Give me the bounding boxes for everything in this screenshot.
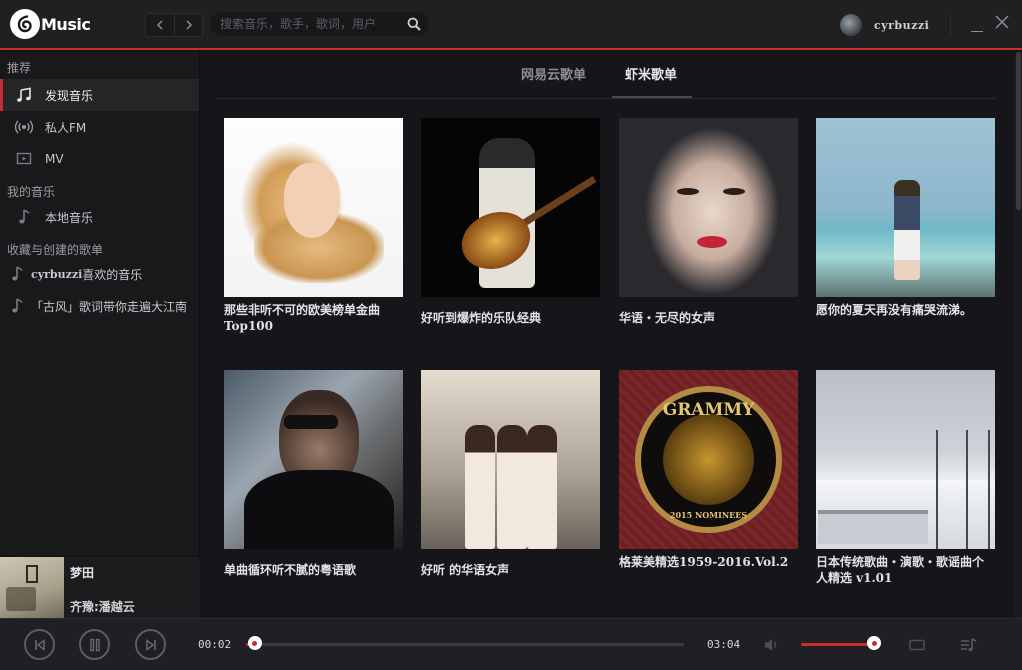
user-profile[interactable]: cyrbuzzi <box>840 14 929 36</box>
playlist-cover[interactable] <box>224 370 403 549</box>
total-time: 03:04 <box>707 638 741 651</box>
playlist-card[interactable]: 好听 的华语女声 <box>421 370 600 578</box>
netease-logo-icon <box>10 9 40 39</box>
search-bar <box>210 12 429 36</box>
history-nav <box>145 13 203 37</box>
sidebar-item-label: 「古风」歌词带你走遍大江南 <box>31 299 188 314</box>
grammy-cover-text: GRAMMY <box>662 400 755 420</box>
playlist-title[interactable]: 日本传统歌曲・演歌・歌谣曲个人精选 v1.01 <box>816 554 992 586</box>
forward-button[interactable] <box>174 14 202 36</box>
tab-netease-playlists[interactable]: 网易云歌单 <box>521 64 586 83</box>
playlist-title[interactable]: 格莱美精选1959-2016.Vol.2 <box>619 554 795 570</box>
sidebar-section-my-music: 我的音乐 <box>7 185 56 199</box>
playlist-title[interactable]: 那些非听不可的欧美榜单金曲Top100 <box>224 302 400 334</box>
chevron-left-icon <box>156 20 163 30</box>
sidebar-item-label: 发现音乐 <box>45 88 94 103</box>
playlist-card[interactable]: 好听到爆炸的乐队经典 <box>421 118 600 326</box>
playlist-card[interactable]: 日本传统歌曲・演歌・歌谣曲个人精选 v1.01 <box>816 370 995 586</box>
progress-handle[interactable] <box>247 636 262 650</box>
main-scrollbar[interactable] <box>1015 52 1022 618</box>
app-logo[interactable]: Music <box>10 9 91 39</box>
sidebar-item-private-fm[interactable]: 私人FM <box>0 111 199 143</box>
next-icon <box>145 638 156 651</box>
playlist-title[interactable]: 好听到爆炸的乐队经典 <box>421 310 597 326</box>
progress-bar[interactable] <box>246 643 684 646</box>
playlist-title[interactable]: 愿你的夏天再没有痛哭流涕。 <box>816 302 992 318</box>
sidebar-item-label: MV <box>45 152 64 166</box>
playlist-cover[interactable] <box>816 370 995 549</box>
pause-button[interactable] <box>79 629 110 660</box>
previous-track-button[interactable] <box>24 629 55 660</box>
window-controls-divider <box>950 14 951 36</box>
username[interactable]: cyrbuzzi <box>874 19 929 32</box>
music-note-icon <box>9 265 25 283</box>
grammy-cover-subtext: 2015 NOMINEES <box>669 510 748 520</box>
playlist-owner: cyrbuzzi <box>31 267 83 281</box>
sidebar-section-playlists: 收藏与创建的歌单 <box>7 243 104 257</box>
tab-xiami-playlists[interactable]: 虾米歌单 <box>625 64 677 83</box>
sidebar-item-label: 本地音乐 <box>45 210 94 225</box>
back-button[interactable] <box>146 14 174 36</box>
next-track-button[interactable] <box>135 629 166 660</box>
main-content: 网易云歌单 虾米歌单 那些非听不可的欧美榜单金曲Top100 好听到爆炸的乐队经… <box>201 52 1014 618</box>
volume-handle[interactable] <box>867 636 881 650</box>
search-icon[interactable] <box>407 17 421 31</box>
now-playing-title: 梦田 <box>70 566 95 580</box>
sidebar-item-local-music[interactable]: 本地音乐 <box>0 203 199 231</box>
now-playing-cover[interactable] <box>0 557 64 619</box>
search-input[interactable] <box>220 17 407 31</box>
sidebar-playlist-gufeng[interactable]: 「古风」歌词带你走遍大江南 <box>0 293 199 319</box>
previous-icon <box>34 638 45 651</box>
volume-fill <box>801 643 874 646</box>
radio-icon <box>15 118 33 136</box>
playlist-title[interactable]: 好听 的华语女声 <box>421 562 597 578</box>
sidebar-playlist-liked[interactable]: cyrbuzzi 喜欢的音乐 <box>0 261 199 287</box>
music-note-icon <box>15 208 33 226</box>
chevron-right-icon <box>185 20 192 30</box>
current-time: 00:02 <box>198 638 232 651</box>
close-icon <box>995 15 1009 29</box>
playlist-cover[interactable] <box>421 370 600 549</box>
app-logo-text: Music <box>41 14 91 34</box>
playlist-title[interactable]: 单曲循环听不腻的粤语歌 <box>224 562 400 578</box>
music-note-icon <box>15 86 33 104</box>
active-tab-indicator <box>612 96 692 98</box>
playlist-card[interactable]: GRAMMY 2015 NOMINEES 格莱美精选1959-2016.Vol.… <box>619 370 798 570</box>
playlist-tabs: 网易云歌单 虾米歌单 <box>215 52 996 99</box>
sidebar-item-discover-music[interactable]: 发现音乐 <box>0 79 199 111</box>
now-playing-panel[interactable]: 梦田 齐豫:潘越云 <box>0 556 200 619</box>
pause-icon <box>89 638 100 651</box>
now-playing-artist: 齐豫:潘越云 <box>70 600 135 614</box>
playlist-cover[interactable] <box>619 118 798 297</box>
playlist-cover[interactable] <box>224 118 403 297</box>
sidebar-item-mv[interactable]: MV <box>0 143 199 175</box>
player-bar: 00:02 03:04 <box>0 618 1022 670</box>
tv-icon <box>15 150 33 168</box>
close-button[interactable] <box>994 14 1010 30</box>
playlist-title[interactable]: 华语・无尽的女声 <box>619 310 795 326</box>
playlist-cover[interactable] <box>421 118 600 297</box>
sidebar-item-label: 私人FM <box>45 120 87 135</box>
sidebar-section-recommend: 推荐 <box>7 61 32 75</box>
minimize-button[interactable] <box>971 22 983 32</box>
playlist-card[interactable]: 单曲循环听不腻的粤语歌 <box>224 370 403 578</box>
music-note-icon <box>9 297 25 315</box>
sidebar: 推荐 发现音乐 私人FM MV 我的音乐 本地音乐 收藏与创建的歌单 cyrbu… <box>0 52 200 618</box>
top-bar: Music cyrbuzzi <box>0 0 1022 50</box>
volume-icon[interactable] <box>763 636 781 654</box>
playlist-card[interactable]: 华语・无尽的女声 <box>619 118 798 326</box>
playlist-cover[interactable]: GRAMMY 2015 NOMINEES <box>619 370 798 549</box>
repeat-icon[interactable] <box>908 636 926 654</box>
playlist-cover[interactable] <box>816 118 995 297</box>
playlist-card[interactable]: 愿你的夏天再没有痛哭流涕。 <box>816 118 995 318</box>
volume-slider[interactable] <box>801 643 874 646</box>
playlist-queue-icon[interactable] <box>960 636 978 654</box>
scrollbar-thumb[interactable] <box>1016 52 1021 210</box>
avatar[interactable] <box>840 14 862 36</box>
playlist-suffix: 喜欢的音乐 <box>82 267 143 282</box>
playlist-card[interactable]: 那些非听不可的欧美榜单金曲Top100 <box>224 118 403 334</box>
